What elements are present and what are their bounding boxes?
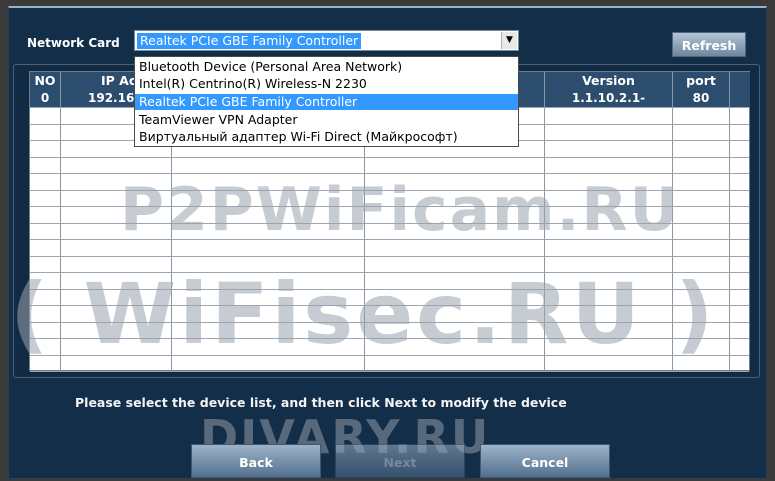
grid-row-divider [30, 338, 749, 339]
grid-row-divider [30, 355, 749, 356]
instruction-text: Please select the device list, and then … [75, 395, 567, 410]
grid-row-divider [30, 289, 749, 290]
network-card-option[interactable]: Виртуальный адаптер Wi-Fi Direct (Майкро… [135, 129, 518, 145]
network-card-option[interactable]: Intel(R) Centrino(R) Wireless-N 2230 [135, 76, 518, 92]
grid-row-divider [30, 190, 749, 191]
network-card-option[interactable]: TeamViewer VPN Adapter [135, 112, 518, 128]
grid-row-divider [30, 305, 749, 306]
back-button[interactable]: Back [191, 444, 321, 478]
network-card-select[interactable]: Realtek PCIe GBE Family Controller ▼ [134, 30, 519, 51]
grid-row-divider [30, 322, 749, 323]
grid-row-divider [30, 256, 749, 257]
grid-row-divider [30, 239, 749, 240]
row-0-port[interactable]: 80 [673, 90, 729, 107]
refresh-button[interactable]: Refresh [672, 32, 746, 57]
network-card-option-selected[interactable]: Realtek PCIe GBE Family Controller [135, 94, 518, 110]
col-header-port: port [673, 72, 729, 90]
network-card-dropdown-list[interactable]: Bluetooth Device (Personal Area Network)… [134, 56, 519, 147]
row-0-spare[interactable] [730, 90, 750, 107]
grid-row-divider [30, 157, 749, 158]
grid-divider [60, 72, 61, 370]
grid-row-divider [30, 223, 749, 224]
col-header-no: NO [30, 72, 60, 90]
grid-row-divider [30, 272, 749, 273]
network-card-label: Network Card [27, 36, 120, 50]
network-card-selected-value: Realtek PCIe GBE Family Controller [137, 33, 362, 49]
col-header-version: Version [545, 72, 672, 90]
grid-divider [544, 72, 545, 370]
chevron-down-icon[interactable]: ▼ [501, 32, 517, 49]
grid-divider [729, 72, 730, 370]
col-header-spare [730, 72, 750, 90]
row-0-no[interactable]: 0 [30, 90, 60, 107]
grid-row-divider [30, 173, 749, 174]
grid-divider [672, 72, 673, 370]
grid-row-divider [30, 371, 749, 372]
cancel-button[interactable]: Cancel [480, 444, 610, 478]
row-0-version[interactable]: 1.1.10.2.1-20150909 [545, 90, 672, 122]
network-card-option[interactable]: Bluetooth Device (Personal Area Network) [135, 59, 518, 75]
grid-row-divider [30, 206, 749, 207]
next-button[interactable]: Next [335, 444, 465, 478]
